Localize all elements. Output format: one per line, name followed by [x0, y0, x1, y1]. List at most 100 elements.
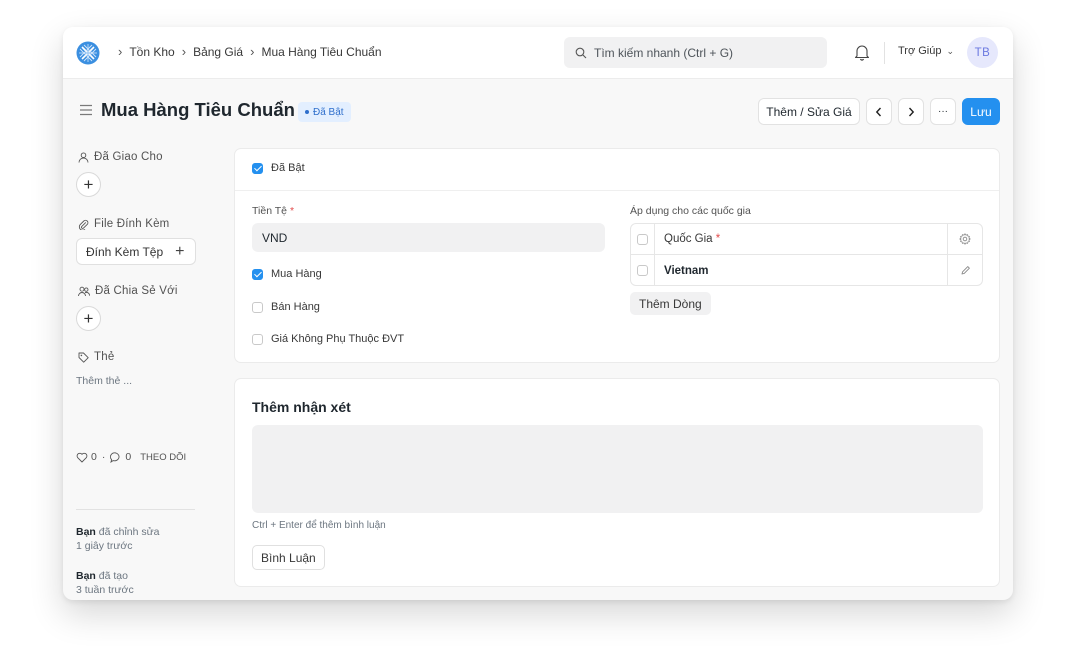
checkbox-unchecked-icon[interactable] — [252, 301, 263, 313]
chevron-right-icon: › — [118, 44, 123, 59]
attachments-label: File Đính Kèm — [94, 218, 170, 230]
checkbox-unchecked-icon[interactable] — [252, 333, 263, 345]
bell-icon[interactable] — [854, 43, 870, 61]
select-all-checkbox[interactable] — [637, 233, 648, 245]
comment-hint: Ctrl + Enter để thêm bình luận — [252, 520, 386, 531]
settings-cell — [947, 224, 982, 254]
attach-file-label: Đính Kèm Tệp — [86, 244, 164, 259]
selling-label: Bán Hàng — [271, 301, 320, 313]
comment-card: Thêm nhận xét Ctrl + Enter để thêm bình … — [234, 378, 1000, 587]
required-marker: * — [289, 205, 295, 217]
chevron-right-icon: › — [250, 44, 255, 59]
more-actions-button[interactable]: ··· — [930, 98, 956, 125]
add-row-button[interactable]: Thêm Dòng — [630, 292, 711, 315]
required-marker: * — [715, 233, 721, 245]
select-all-cell — [631, 224, 655, 254]
form-card: Đã Bật Tiền Tệ * VND Mua Hàng Bán Hàng G… — [234, 148, 1000, 363]
add-share-button[interactable]: + — [76, 306, 101, 331]
section-divider — [235, 190, 999, 191]
table-header-row: Quốc Gia * — [631, 224, 982, 255]
save-button[interactable]: Lưu — [962, 98, 1000, 125]
app-window: › Tồn Kho › Bảng Giá › Mua Hàng Tiêu Chu… — [63, 27, 1013, 600]
user-icon — [78, 151, 89, 163]
countries-table: Quốc Gia * Vietnam — [630, 223, 983, 286]
activity-time: 1 giây trước — [76, 540, 133, 552]
add-assignee-button[interactable]: + — [76, 172, 101, 197]
help-label: Trợ Giúp — [898, 45, 942, 57]
row-checkbox[interactable] — [637, 265, 648, 276]
pencil-icon[interactable] — [960, 265, 971, 276]
breadcrumb-inventory[interactable]: Tồn Kho — [129, 45, 174, 59]
next-button[interactable] — [898, 98, 924, 125]
checkbox-checked-icon[interactable] — [252, 162, 263, 174]
app-logo-icon[interactable] — [76, 41, 100, 65]
tags-label: Thẻ — [94, 351, 115, 363]
top-navbar: › Tồn Kho › Bảng Giá › Mua Hàng Tiêu Chu… — [63, 27, 1013, 79]
help-dropdown[interactable]: Trợ Giúp ⌄ — [898, 45, 954, 57]
selling-checkbox[interactable]: Bán Hàng — [252, 301, 320, 313]
chevron-left-icon — [875, 107, 882, 116]
topbar-divider — [884, 42, 885, 64]
activity-user[interactable]: Bạn — [76, 570, 96, 582]
price-not-uom-dependent-label: Giá Không Phụ Thuộc ĐVT — [271, 333, 405, 345]
status-badge: Đã Bật — [298, 102, 351, 122]
activity-action: đã chỉnh sửa — [98, 526, 160, 538]
activity-item: Bạn đã chỉnh sửa 1 giây trước — [76, 525, 160, 553]
paperclip-icon — [78, 219, 89, 230]
breadcrumb: › Tồn Kho › Bảng Giá › Mua Hàng Tiêu Chu… — [111, 45, 382, 59]
plus-icon: + — [175, 242, 185, 260]
attachments-section: File Đính Kèm — [78, 218, 169, 230]
checkbox-checked-icon[interactable] — [252, 268, 263, 280]
price-not-uom-dependent-checkbox[interactable]: Giá Không Phụ Thuộc ĐVT — [252, 333, 404, 345]
chevron-right-icon: › — [181, 44, 187, 59]
column-header-country: Quốc Gia * — [655, 233, 947, 245]
sidebar-divider — [76, 509, 195, 510]
previous-button[interactable] — [866, 98, 892, 125]
comments-count: 0 — [125, 451, 132, 463]
avatar[interactable]: TB — [967, 37, 998, 68]
chevron-right-icon — [908, 107, 915, 116]
heart-icon[interactable] — [76, 452, 88, 463]
engagement-stats: 0 · 0 THEO DÕI — [76, 451, 186, 463]
activity-action: đã tạo — [98, 570, 128, 582]
currency-input[interactable]: VND — [252, 223, 605, 252]
status-dot-icon — [305, 110, 309, 114]
currency-field-label: Tiền Tệ * — [252, 205, 294, 217]
search-icon — [575, 47, 587, 58]
table-row[interactable]: Vietnam — [631, 255, 982, 285]
search-input[interactable]: Tìm kiếm nhanh (Ctrl + G) — [564, 37, 827, 68]
chevron-down-icon: ⌄ — [946, 46, 955, 56]
country-cell[interactable]: Vietnam — [655, 265, 947, 277]
comment-submit-button[interactable]: Bình Luận — [252, 545, 325, 570]
gear-icon[interactable] — [959, 233, 971, 245]
tag-icon — [78, 352, 89, 363]
comment-input[interactable] — [252, 425, 983, 513]
sidebar-toggle-icon[interactable] — [79, 104, 93, 116]
breadcrumb-current[interactable]: Mua Hàng Tiêu Chuẩn — [261, 45, 381, 59]
shared-with-label: Đã Chia Sẻ Với — [95, 285, 178, 297]
likes-count: 0 — [91, 451, 97, 463]
search-placeholder: Tìm kiếm nhanh (Ctrl + G) — [594, 45, 734, 60]
assigned-to-label: Đã Giao Cho — [94, 151, 163, 163]
shared-with-section: Đã Chia Sẻ Với — [78, 285, 178, 297]
add-tag-link[interactable]: Thêm thẻ ... — [76, 375, 132, 387]
add-edit-price-button[interactable]: Thêm / Sửa Giá — [758, 98, 860, 125]
activity-time: 3 tuần trước — [76, 584, 134, 596]
status-badge-label: Đã Bật — [313, 106, 344, 118]
comment-section-title: Thêm nhận xét — [252, 399, 351, 415]
buying-checkbox[interactable]: Mua Hàng — [252, 268, 322, 280]
column-header-text: Quốc Gia — [664, 233, 713, 245]
comment-icon[interactable] — [110, 451, 122, 463]
assigned-to-section: Đã Giao Cho — [78, 151, 163, 163]
row-select-cell — [631, 255, 655, 285]
page-title: Mua Hàng Tiêu Chuẩn — [101, 99, 295, 120]
activity-item: Bạn đã tạo 3 tuần trước — [76, 569, 134, 597]
currency-label-text: Tiền Tệ — [252, 205, 288, 217]
enabled-label: Đã Bật — [271, 162, 305, 174]
separator-dot: · — [101, 451, 106, 463]
follow-link[interactable]: THEO DÕI — [140, 452, 186, 463]
attach-file-button[interactable]: Đính Kèm Tệp + — [76, 238, 196, 265]
breadcrumb-price-list[interactable]: Bảng Giá — [193, 45, 243, 59]
activity-user[interactable]: Bạn — [76, 526, 96, 538]
enabled-checkbox[interactable]: Đã Bật — [252, 162, 305, 174]
